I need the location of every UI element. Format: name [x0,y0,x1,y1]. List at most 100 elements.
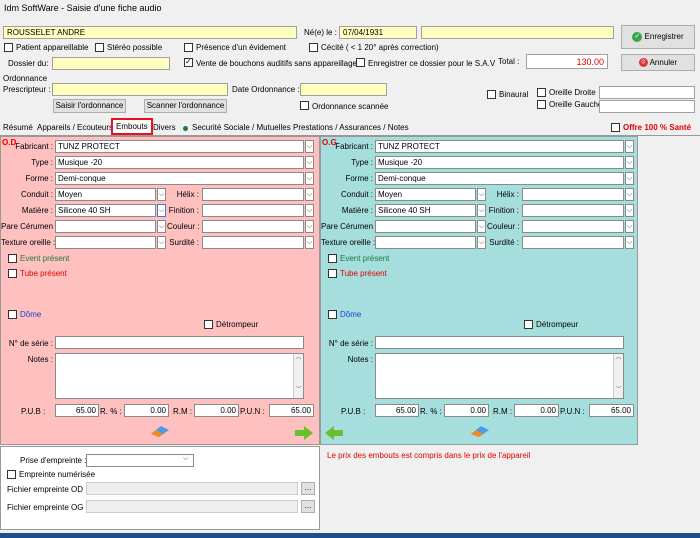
tab-prestations[interactable]: Prestations / Assurances / Notes [290,121,412,135]
od-conduit-field[interactable]: Moyen [55,188,156,201]
eraser-icon[interactable] [149,424,171,438]
og-fabricant-dropdown[interactable]: ⌵ [625,140,634,153]
od-fabricant-dropdown[interactable]: ⌵ [305,140,314,153]
og-couleur-field[interactable] [522,220,624,233]
og-forme-field[interactable]: Demi-conque [375,172,624,185]
arrow-left-icon[interactable] [325,426,343,440]
tab-appareils[interactable]: Appareils / Ecouteurs [34,121,116,135]
od-type-dropdown[interactable]: ⌵ [305,156,314,169]
og-helix-field[interactable] [522,188,624,201]
od-texture-field[interactable] [55,236,156,249]
prescripteur-field[interactable] [52,83,228,96]
od-forme-field[interactable]: Demi-conque [55,172,304,185]
od-tube-checkbox[interactable] [8,269,17,278]
od-finition-field[interactable] [202,204,304,217]
date-ordonnance-field[interactable] [300,83,387,96]
cecite-checkbox[interactable] [309,43,318,52]
og-forme-dropdown[interactable]: ⌵ [625,172,634,185]
og-conduit-field[interactable]: Moyen [375,188,476,201]
birth-date-field[interactable]: 07/04/1931 [339,26,417,39]
od-couleur-field[interactable] [202,220,304,233]
og-tube-checkbox[interactable] [328,269,337,278]
og-event-checkbox[interactable] [328,254,337,263]
ordonnance-scannee-checkbox[interactable] [300,101,309,110]
og-rm-field[interactable]: 0.00 [514,404,559,417]
og-pare-cerumen-field[interactable] [375,220,476,233]
og-surdite-field[interactable] [522,236,624,249]
od-r-field[interactable]: 0.00 [124,404,169,417]
og-notes-field[interactable] [375,353,624,399]
og-surdite-dropdown[interactable]: ⌵ [625,236,634,249]
oreille-gauche-checkbox[interactable] [537,100,546,109]
og-detrompeur-checkbox[interactable] [524,320,533,329]
tab-securite-sociale[interactable]: Securité Sociale / Mutuelles [189,121,294,135]
og-r-field[interactable]: 0.00 [444,404,489,417]
og-dome-checkbox[interactable] [328,310,337,319]
og-conduit-dropdown[interactable]: ⌵ [477,188,486,201]
og-fabricant-field[interactable]: TUNZ PROTECT [375,140,624,153]
od-fabricant-field[interactable]: TUNZ PROTECT [55,140,304,153]
prise-empreinte-select[interactable] [86,454,194,467]
oreille-gauche-field[interactable] [599,100,695,113]
arrow-right-icon[interactable] [295,426,313,440]
tab-divers[interactable]: Divers [150,121,179,135]
od-rm-field[interactable]: 0.00 [194,404,239,417]
saisir-ordonnance-button[interactable]: Saisir l'ordonnance [53,99,126,113]
og-type-dropdown[interactable]: ⌵ [625,156,634,169]
og-matiere-dropdown[interactable]: ⌵ [477,204,486,217]
od-pun-field[interactable]: 65.00 [269,404,314,417]
og-notes-scrollbar[interactable]: ︿ ﹀ [613,354,623,398]
fichier-og-field[interactable] [86,500,298,513]
og-texture-dropdown[interactable]: ⌵ [477,236,486,249]
binaural-checkbox[interactable] [487,90,496,99]
tab-embouts[interactable]: Embouts [111,118,153,135]
od-detrompeur-checkbox[interactable] [204,320,213,329]
og-texture-field[interactable] [375,236,476,249]
tab-resume[interactable]: Résumé [0,121,36,135]
dossier-date-field[interactable] [52,57,170,70]
od-dome-checkbox[interactable] [8,310,17,319]
od-surdite-dropdown[interactable]: ⌵ [305,236,314,249]
vente-bouchons-checkbox[interactable] [184,57,193,67]
od-notes-scrollbar[interactable]: ︿ ﹀ [293,354,303,398]
og-pare-cerumen-dropdown[interactable]: ⌵ [477,220,486,233]
og-type-field[interactable]: Musique -20 [375,156,624,169]
fichier-od-browse-button[interactable]: ... [301,482,315,495]
fichier-og-browse-button[interactable]: ... [301,500,315,513]
od-helix-field[interactable] [202,188,304,201]
od-pub-field[interactable]: 65.00 [55,404,99,417]
od-pare-cerumen-field[interactable] [55,220,156,233]
od-notes-field[interactable] [55,353,304,399]
og-finition-dropdown[interactable]: ⌵ [625,204,634,217]
og-finition-field[interactable] [522,204,624,217]
presence-evidement-checkbox[interactable] [184,43,193,52]
og-matiere-field[interactable]: Silicone 40 SH [375,204,476,217]
od-matiere-field[interactable]: Silicone 40 SH [55,204,156,217]
cancel-button[interactable]: ⦸ Annuler [621,54,695,71]
od-conduit-dropdown[interactable]: ⌵ [157,188,166,201]
og-serie-field[interactable] [375,336,624,349]
fichier-od-field[interactable] [86,482,298,495]
patient-appareillable-checkbox[interactable] [4,43,13,52]
od-type-field[interactable]: Musique -20 [55,156,304,169]
stereo-possible-checkbox[interactable] [95,43,104,52]
oreille-droite-checkbox[interactable] [537,88,546,97]
od-forme-dropdown[interactable]: ⌵ [305,172,314,185]
offre-100-checkbox[interactable] [611,123,620,132]
og-pub-field[interactable]: 65.00 [375,404,419,417]
od-serie-field[interactable] [55,336,304,349]
od-finition-dropdown[interactable]: ⌵ [305,204,314,217]
scanner-ordonnance-button[interactable]: Scanner l'ordonnance [144,99,227,113]
od-pare-cerumen-dropdown[interactable]: ⌵ [157,220,166,233]
patient-name-field[interactable]: ROUSSELET ANDRE [3,26,297,39]
od-surdite-field[interactable] [202,236,304,249]
od-event-checkbox[interactable] [8,254,17,263]
og-helix-dropdown[interactable]: ⌵ [625,188,634,201]
save-button[interactable]: ✓ Enregistrer [621,25,695,49]
od-couleur-dropdown[interactable]: ⌵ [305,220,314,233]
og-pun-field[interactable]: 65.00 [589,404,634,417]
patient-extra-field[interactable] [421,26,614,39]
og-couleur-dropdown[interactable]: ⌵ [625,220,634,233]
eraser-icon[interactable] [469,424,491,438]
od-matiere-dropdown[interactable]: ⌵ [157,204,166,217]
